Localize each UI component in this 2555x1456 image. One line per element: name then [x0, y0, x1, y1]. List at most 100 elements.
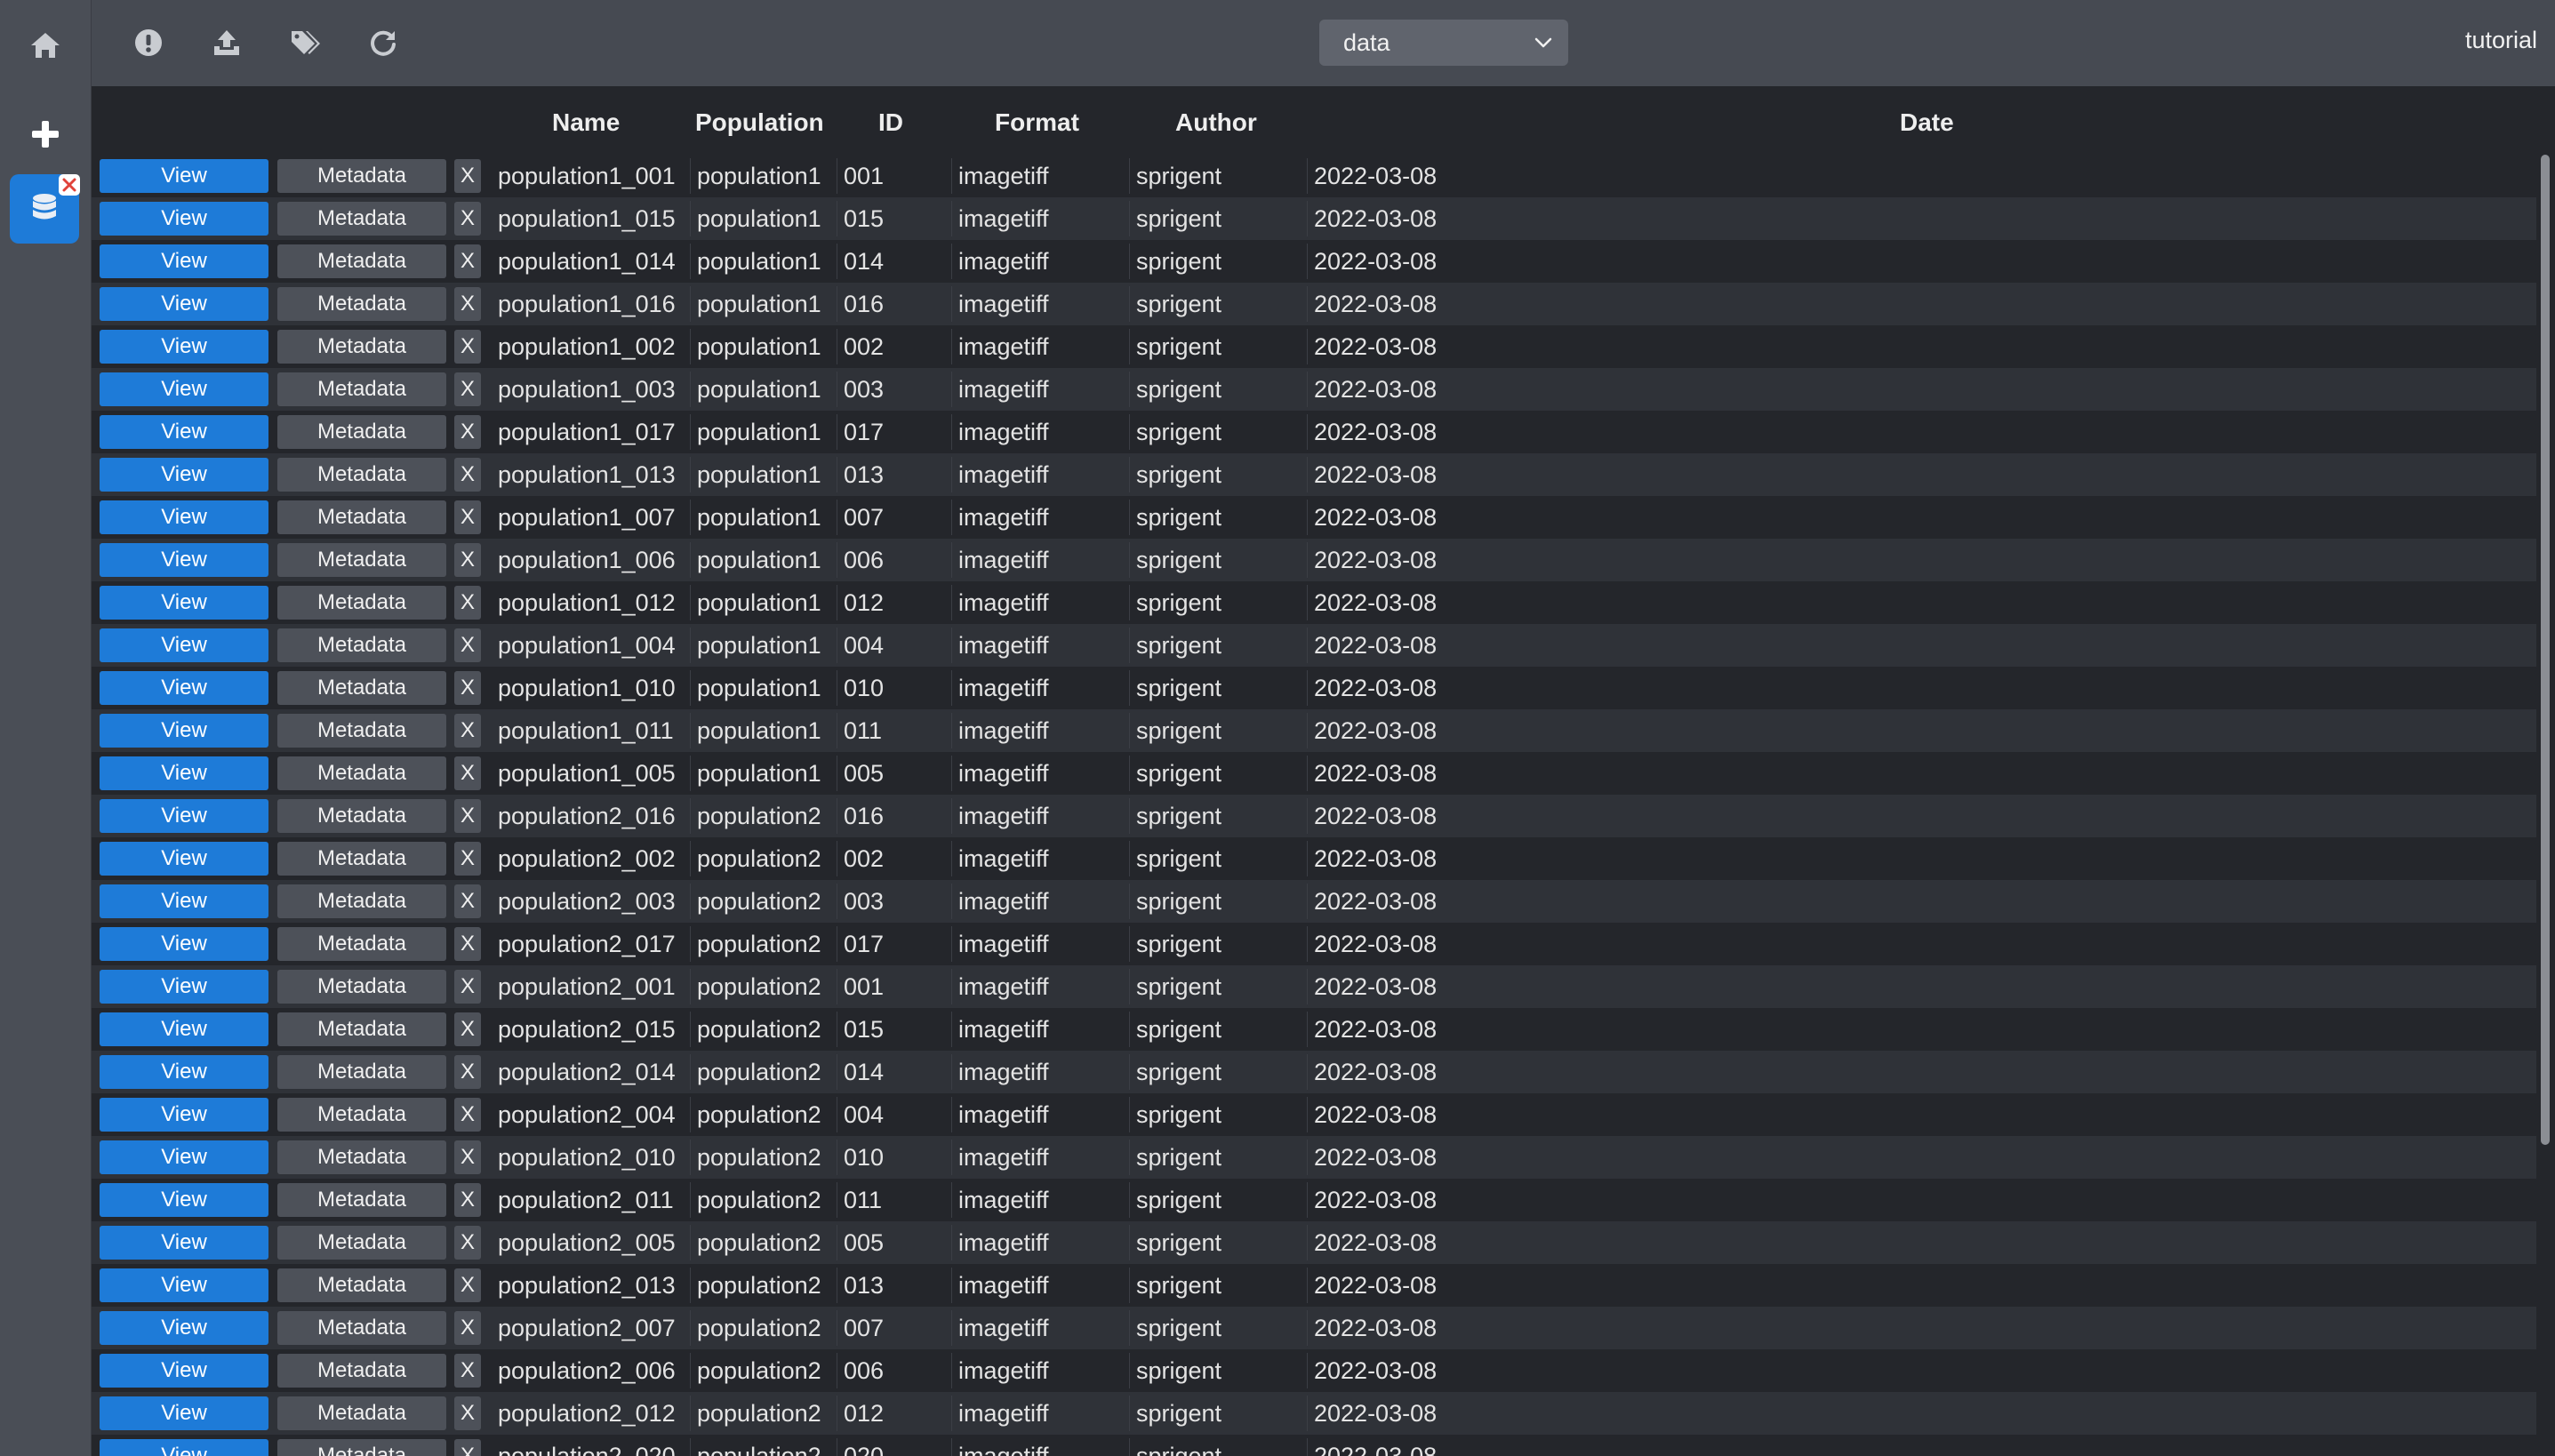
metadata-button[interactable]: Metadata [277, 244, 446, 278]
remove-button[interactable]: X [454, 287, 481, 321]
metadata-button[interactable]: Metadata [277, 287, 446, 321]
metadata-button[interactable]: Metadata [277, 1012, 446, 1046]
view-button[interactable]: View [100, 756, 268, 790]
metadata-button[interactable]: Metadata [277, 1055, 446, 1089]
remove-button[interactable]: X [454, 714, 481, 748]
metadata-button[interactable]: Metadata [277, 458, 446, 492]
dataset-select[interactable]: data [1319, 20, 1568, 66]
metadata-button[interactable]: Metadata [277, 1439, 446, 1456]
view-button[interactable]: View [100, 714, 268, 748]
metadata-button[interactable]: Metadata [277, 543, 446, 577]
header-name[interactable]: Name [552, 108, 620, 137]
metadata-button[interactable]: Metadata [277, 202, 446, 236]
view-button[interactable]: View [100, 884, 268, 918]
remove-button[interactable]: X [454, 458, 481, 492]
remove-button[interactable]: X [454, 1268, 481, 1302]
view-button[interactable]: View [100, 458, 268, 492]
view-button[interactable]: View [100, 1396, 268, 1430]
view-button[interactable]: View [100, 500, 268, 534]
view-button[interactable]: View [100, 1012, 268, 1046]
add-button[interactable] [0, 94, 91, 174]
view-button[interactable]: View [100, 970, 268, 1004]
remove-button[interactable]: X [454, 671, 481, 705]
view-button[interactable]: View [100, 543, 268, 577]
remove-button[interactable]: X [454, 799, 481, 833]
view-button[interactable]: View [100, 415, 268, 449]
remove-button[interactable]: X [454, 884, 481, 918]
remove-button[interactable]: X [454, 1439, 481, 1456]
metadata-button[interactable]: Metadata [277, 500, 446, 534]
view-button[interactable]: View [100, 244, 268, 278]
remove-button[interactable]: X [454, 1226, 481, 1260]
metadata-button[interactable]: Metadata [277, 628, 446, 662]
remove-button[interactable]: X [454, 202, 481, 236]
vertical-scrollbar[interactable] [2541, 155, 2550, 1145]
remove-button[interactable]: X [454, 1098, 481, 1132]
view-button[interactable]: View [100, 159, 268, 193]
metadata-button[interactable]: Metadata [277, 586, 446, 620]
view-button[interactable]: View [100, 799, 268, 833]
remove-button[interactable]: X [454, 756, 481, 790]
remove-button[interactable]: X [454, 628, 481, 662]
metadata-button[interactable]: Metadata [277, 671, 446, 705]
remove-button[interactable]: X [454, 586, 481, 620]
metadata-button[interactable]: Metadata [277, 330, 446, 364]
header-id[interactable]: ID [878, 108, 903, 137]
header-population[interactable]: Population [695, 108, 824, 137]
remove-button[interactable]: X [454, 543, 481, 577]
metadata-button[interactable]: Metadata [277, 884, 446, 918]
metadata-button[interactable]: Metadata [277, 714, 446, 748]
view-button[interactable]: View [100, 287, 268, 321]
metadata-button[interactable]: Metadata [277, 1396, 446, 1430]
info-button[interactable] [125, 20, 172, 66]
view-button[interactable]: View [100, 1098, 268, 1132]
view-button[interactable]: View [100, 202, 268, 236]
metadata-button[interactable]: Metadata [277, 1268, 446, 1302]
remove-button[interactable]: X [454, 970, 481, 1004]
tags-button[interactable] [282, 20, 328, 66]
remove-button[interactable]: X [454, 1012, 481, 1046]
remove-button[interactable]: X [454, 1396, 481, 1430]
view-button[interactable]: View [100, 842, 268, 876]
remove-button[interactable]: X [454, 415, 481, 449]
remove-button[interactable]: X [454, 330, 481, 364]
header-author[interactable]: Author [1175, 108, 1257, 137]
view-button[interactable]: View [100, 671, 268, 705]
database-close-button[interactable] [59, 174, 80, 196]
remove-button[interactable]: X [454, 1055, 481, 1089]
remove-button[interactable]: X [454, 372, 481, 406]
remove-button[interactable]: X [454, 159, 481, 193]
remove-button[interactable]: X [454, 1354, 481, 1388]
home-button[interactable] [0, 5, 91, 85]
view-button[interactable]: View [100, 1354, 268, 1388]
metadata-button[interactable]: Metadata [277, 415, 446, 449]
remove-button[interactable]: X [454, 1183, 481, 1217]
view-button[interactable]: View [100, 1055, 268, 1089]
metadata-button[interactable]: Metadata [277, 927, 446, 961]
view-button[interactable]: View [100, 330, 268, 364]
remove-button[interactable]: X [454, 244, 481, 278]
metadata-button[interactable]: Metadata [277, 970, 446, 1004]
metadata-button[interactable]: Metadata [277, 1183, 446, 1217]
remove-button[interactable]: X [454, 1311, 481, 1345]
metadata-button[interactable]: Metadata [277, 842, 446, 876]
remove-button[interactable]: X [454, 500, 481, 534]
view-button[interactable]: View [100, 1183, 268, 1217]
metadata-button[interactable]: Metadata [277, 1311, 446, 1345]
metadata-button[interactable]: Metadata [277, 1140, 446, 1174]
upload-button[interactable] [204, 20, 250, 66]
view-button[interactable]: View [100, 372, 268, 406]
header-format[interactable]: Format [995, 108, 1079, 137]
metadata-button[interactable]: Metadata [277, 799, 446, 833]
view-button[interactable]: View [100, 628, 268, 662]
remove-button[interactable]: X [454, 927, 481, 961]
metadata-button[interactable]: Metadata [277, 1226, 446, 1260]
view-button[interactable]: View [100, 1140, 268, 1174]
metadata-button[interactable]: Metadata [277, 1098, 446, 1132]
remove-button[interactable]: X [454, 1140, 481, 1174]
metadata-button[interactable]: Metadata [277, 756, 446, 790]
refresh-button[interactable] [360, 20, 406, 66]
view-button[interactable]: View [100, 1439, 268, 1456]
metadata-button[interactable]: Metadata [277, 159, 446, 193]
header-date[interactable]: Date [1900, 108, 1954, 137]
